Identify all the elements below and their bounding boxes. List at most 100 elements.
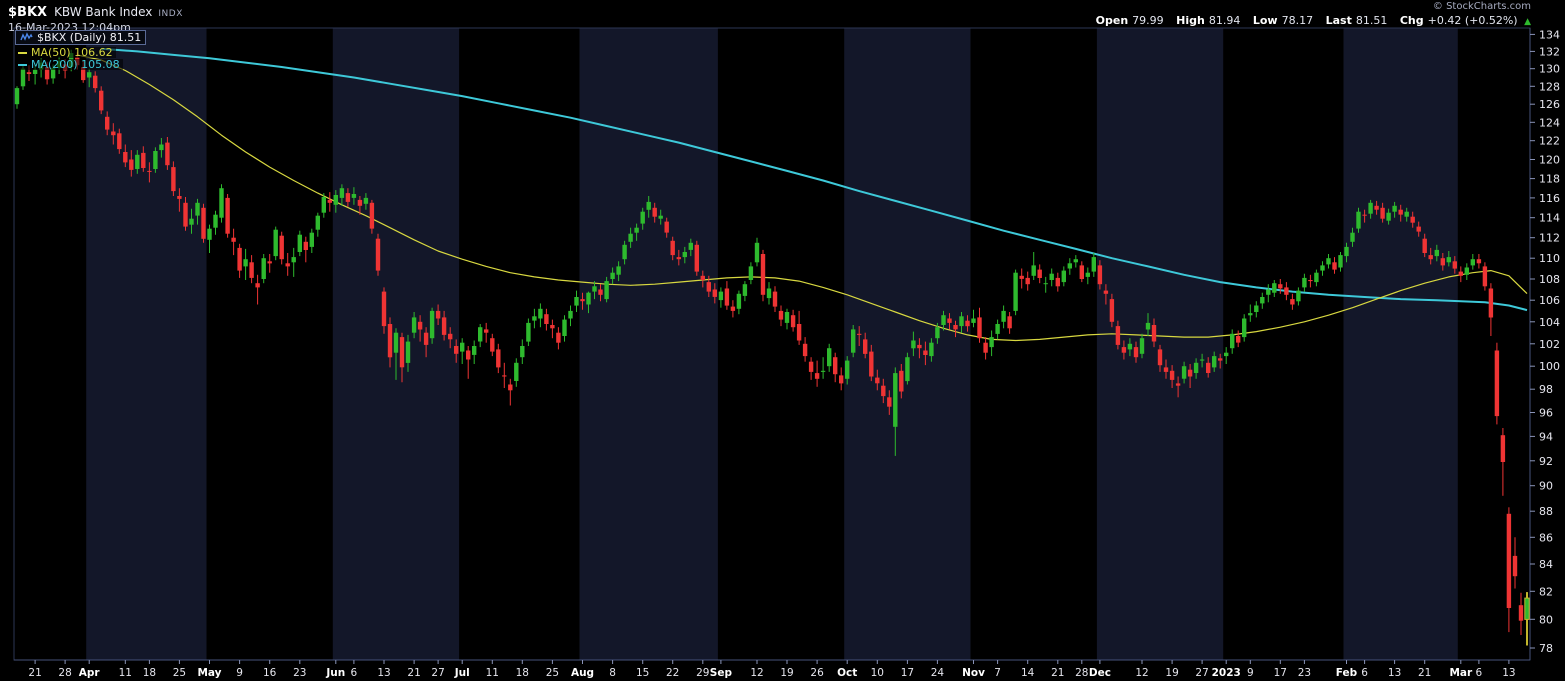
candle bbox=[568, 311, 572, 319]
candle bbox=[1128, 344, 1132, 350]
legend-main-row[interactable]: $BKX (Daily) 81.51 bbox=[15, 30, 146, 45]
candle bbox=[610, 273, 614, 279]
candle bbox=[141, 153, 145, 168]
candle bbox=[1098, 265, 1102, 284]
candle bbox=[352, 194, 356, 198]
candle bbox=[1242, 319, 1246, 338]
candle bbox=[731, 307, 735, 311]
candle bbox=[941, 315, 945, 325]
candle bbox=[683, 252, 687, 257]
chg-label: Chg bbox=[1400, 14, 1424, 27]
x-axis-label: 6 bbox=[1361, 667, 1368, 679]
candle bbox=[1489, 289, 1493, 318]
candle bbox=[262, 258, 266, 279]
candle bbox=[1266, 290, 1270, 295]
candle bbox=[1212, 356, 1216, 367]
candle bbox=[845, 361, 849, 379]
candle bbox=[833, 357, 837, 374]
candle bbox=[1272, 283, 1276, 293]
candle bbox=[1453, 261, 1457, 268]
y-axis-label: 108 bbox=[1539, 273, 1560, 286]
candle bbox=[195, 203, 199, 216]
candle bbox=[328, 200, 332, 203]
legend-ma50-row[interactable]: MA(50) 106.62 bbox=[15, 47, 116, 58]
month-band bbox=[1344, 28, 1458, 660]
x-axis-label: 29 bbox=[696, 667, 709, 679]
candle bbox=[412, 317, 416, 332]
candle bbox=[1332, 262, 1336, 269]
y-axis-label: 106 bbox=[1539, 294, 1560, 307]
candle bbox=[580, 299, 584, 301]
candle bbox=[310, 233, 314, 247]
x-axis-label: 24 bbox=[931, 667, 945, 679]
candle bbox=[719, 292, 723, 301]
candle bbox=[857, 334, 861, 335]
y-axis-label: 112 bbox=[1539, 232, 1560, 245]
candle bbox=[1086, 273, 1090, 277]
candle bbox=[93, 76, 97, 88]
candle bbox=[171, 167, 175, 191]
candle bbox=[508, 385, 512, 391]
x-axis-label: 7 bbox=[994, 667, 1001, 679]
y-axis-label: 126 bbox=[1539, 98, 1560, 111]
candle bbox=[394, 333, 398, 353]
candle bbox=[358, 200, 362, 206]
candle bbox=[665, 222, 669, 233]
x-axis-label: Dec bbox=[1089, 667, 1111, 679]
x-axis-label: 23 bbox=[1298, 667, 1311, 679]
x-axis: 2128Apr111825May91623Jun6132127Jul111825… bbox=[28, 660, 1515, 679]
candle bbox=[713, 290, 717, 297]
legend-ma200-row[interactable]: MA(200) 105.08 bbox=[15, 59, 123, 70]
candle bbox=[201, 208, 205, 239]
candle bbox=[1080, 265, 1084, 279]
candle bbox=[490, 338, 494, 351]
candle bbox=[917, 345, 921, 348]
candle bbox=[27, 72, 31, 74]
candle bbox=[1164, 367, 1168, 372]
candle bbox=[1140, 338, 1144, 354]
candle bbox=[1248, 313, 1252, 315]
x-axis-label: 18 bbox=[516, 667, 529, 679]
candle bbox=[737, 294, 741, 309]
candle bbox=[923, 351, 927, 356]
candle bbox=[791, 315, 795, 327]
x-axis-label: 28 bbox=[1075, 667, 1088, 679]
candle bbox=[1284, 287, 1288, 294]
candle bbox=[887, 397, 891, 406]
candle bbox=[641, 212, 645, 224]
x-axis-label: 9 bbox=[236, 667, 243, 679]
x-axis-label: 16 bbox=[263, 667, 277, 679]
candle bbox=[1001, 311, 1005, 322]
candle bbox=[947, 319, 951, 323]
candle bbox=[1134, 347, 1138, 357]
candle bbox=[129, 160, 133, 170]
candle bbox=[1146, 323, 1150, 330]
high-label: High bbox=[1176, 14, 1205, 27]
candle bbox=[298, 235, 302, 252]
candle bbox=[556, 333, 560, 343]
candle bbox=[1062, 271, 1066, 283]
y-axis-label: 124 bbox=[1539, 116, 1560, 129]
candle bbox=[1182, 366, 1186, 379]
x-axis-label: 8 bbox=[609, 667, 616, 679]
candle bbox=[189, 219, 193, 225]
candle bbox=[520, 346, 524, 357]
candle bbox=[797, 324, 801, 341]
candle bbox=[725, 289, 729, 306]
candle bbox=[755, 243, 759, 262]
x-axis-label: Feb bbox=[1336, 667, 1358, 679]
x-axis-label: 26 bbox=[810, 667, 824, 679]
candle bbox=[430, 311, 434, 338]
x-axis-label: 13 bbox=[1388, 667, 1401, 679]
candle bbox=[153, 151, 157, 169]
candle bbox=[117, 133, 121, 149]
x-axis-label: 25 bbox=[546, 667, 559, 679]
open-label: Open bbox=[1096, 14, 1129, 27]
symbol-name: KBW Bank Index bbox=[54, 5, 152, 19]
price-chart[interactable]: 1341321301281261241221201181161141121101… bbox=[0, 0, 1565, 681]
candle bbox=[1380, 208, 1384, 219]
candle bbox=[147, 171, 151, 172]
candle bbox=[1519, 605, 1523, 621]
y-axis-label: 128 bbox=[1539, 80, 1560, 93]
candle bbox=[983, 343, 987, 353]
